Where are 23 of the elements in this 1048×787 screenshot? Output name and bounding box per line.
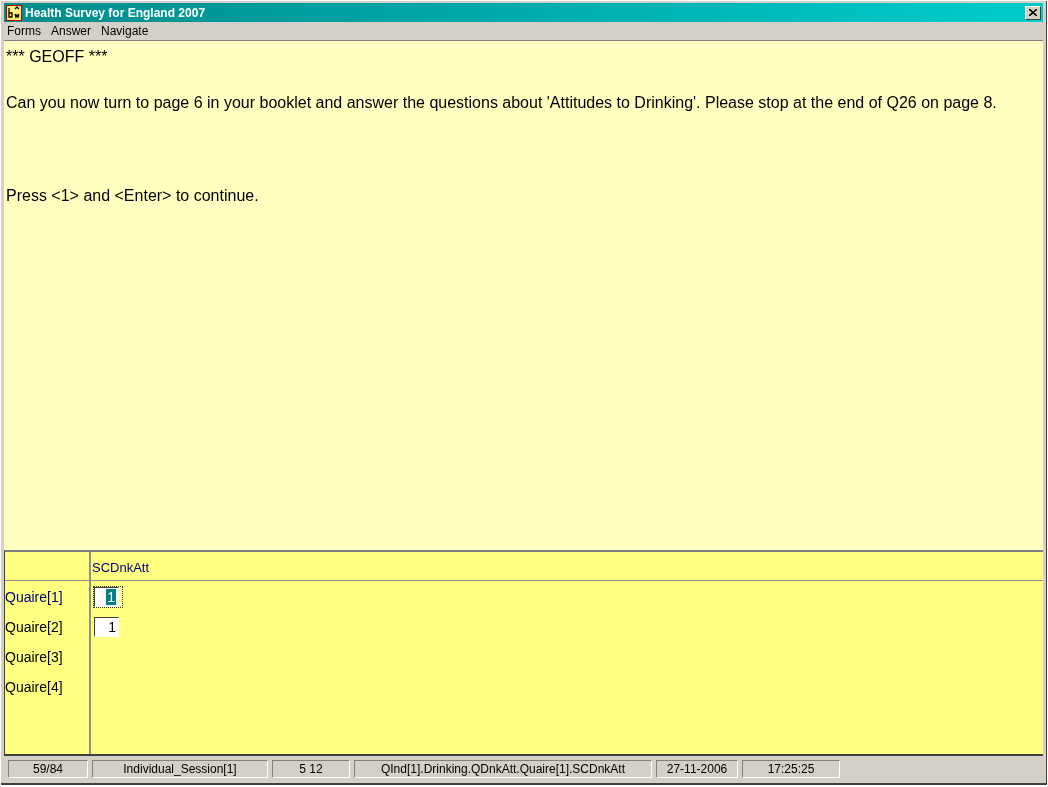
close-icon <box>1029 9 1037 16</box>
question-text: *** GEOFF *** <box>6 47 109 67</box>
answer-field[interactable]: 1 <box>94 617 119 637</box>
status-cell: 5 12 <box>272 760 350 778</box>
status-cell: QInd[1].Drinking.QDnkAtt.Quaire[1].SCDnkAtt <box>354 760 652 778</box>
status-cell: 27-11-2006 <box>656 760 738 778</box>
close-button[interactable] <box>1025 5 1041 20</box>
status-cell: 59/84 <box>8 760 88 778</box>
row-label[interactable]: Quaire[3] <box>5 646 89 668</box>
answer-field[interactable]: 1 <box>94 587 119 607</box>
row-label[interactable]: Quaire[1] <box>5 586 89 608</box>
menu-item[interactable]: Navigate <box>101 24 149 38</box>
menu-item[interactable]: Forms <box>7 24 41 38</box>
column-header: SCDnkAtt <box>91 559 151 577</box>
status-cell: Individual_Session[1] <box>92 760 268 778</box>
row-label[interactable]: Quaire[2] <box>5 616 89 638</box>
app-logo-icon <box>6 4 22 21</box>
status-cell: 17:25:25 <box>742 760 840 778</box>
window-title: Health Survey for England 2007 <box>25 5 207 20</box>
row-label[interactable]: Quaire[4] <box>5 676 89 698</box>
menu-item[interactable]: Answer <box>51 24 91 38</box>
question-text: Can you now turn to page 6 in your booklet and answer the questions about 'Attitudes to Drinking'. Please stop at the end of Q26 on page 8. <box>6 93 998 113</box>
question-text: Press <1> and <Enter> to continue. <box>6 186 260 206</box>
